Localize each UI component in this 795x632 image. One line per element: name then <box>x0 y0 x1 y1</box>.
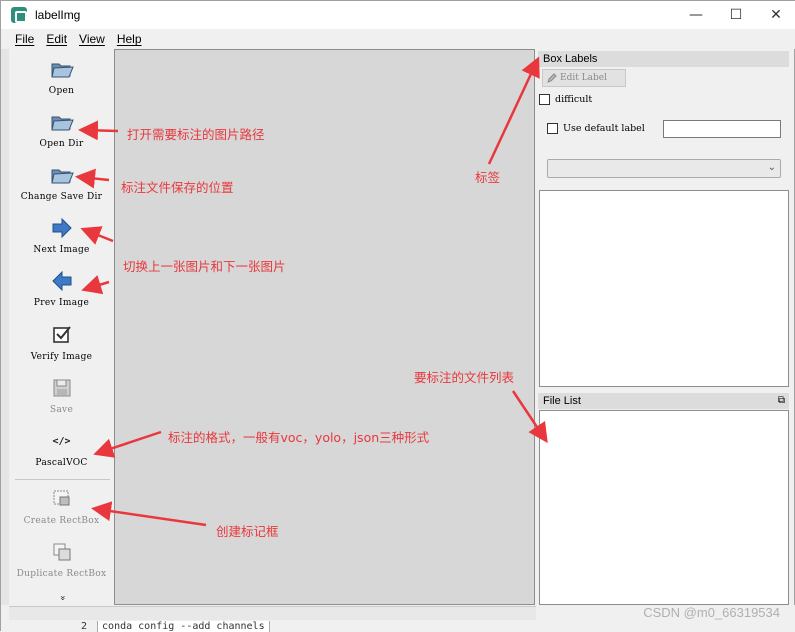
prev-image-button[interactable]: Prev Image <box>9 269 114 308</box>
background-terminal: 2 conda config --add channels <box>81 621 270 632</box>
arrow-left-icon <box>50 269 74 293</box>
app-icon <box>11 7 27 23</box>
open-label: Open <box>48 86 75 96</box>
annotation-create-box: 创建标记框 <box>216 524 279 539</box>
annotation-save-dir: 标注文件保存的位置 <box>121 180 234 195</box>
folder-icon <box>50 163 74 187</box>
annotation-switch-image: 切换上一张图片和下一张图片 <box>123 259 286 274</box>
more-icon: » <box>56 595 67 601</box>
file-list-dock-title: File List ⧉ <box>538 393 789 409</box>
create-rectbox-button[interactable]: Create RectBox <box>9 487 114 526</box>
open-dir-label: Open Dir <box>39 139 84 149</box>
annotation-labels: 标签 <box>475 170 501 185</box>
duplicate-rectbox-button[interactable]: Duplicate RectBox <box>9 540 114 579</box>
create-rectbox-icon <box>50 487 74 511</box>
toolbar-separator <box>15 479 110 480</box>
prev-image-label: Prev Image <box>33 298 90 308</box>
save-label: Save <box>49 405 74 415</box>
annotation-format: 标注的格式，一般有voc，yolo，json三种形式 <box>168 430 430 445</box>
annotation-file-list: 要标注的文件列表 <box>414 370 515 385</box>
file-list-title: File List <box>543 395 581 407</box>
verify-image-label: Verify Image <box>30 352 93 362</box>
save-button[interactable]: Save <box>9 376 114 415</box>
pascalvoc-label: PascalVOC <box>35 458 88 468</box>
menu-edit[interactable]: Edit <box>40 32 73 46</box>
duplicate-rectbox-icon <box>50 540 74 564</box>
folder-open-icon <box>50 57 74 81</box>
float-dock-icon[interactable]: ⧉ <box>778 393 785 409</box>
difficult-checkbox[interactable]: difficult <box>539 94 592 105</box>
toolbar-extension-button[interactable]: » <box>9 593 114 603</box>
open-button[interactable]: Open <box>9 57 114 96</box>
next-image-button[interactable]: Next Image <box>9 216 114 255</box>
folder-icon <box>50 110 74 134</box>
menu-file[interactable]: File <box>9 32 40 46</box>
default-label-input[interactable] <box>663 120 781 138</box>
difficult-checkbox-box[interactable] <box>539 94 550 105</box>
label-combo-box[interactable]: ⌄ <box>547 159 781 178</box>
create-rectbox-label: Create RectBox <box>23 516 100 526</box>
window-title: labelImg <box>35 8 81 22</box>
label-list[interactable] <box>539 190 789 387</box>
edit-label-button[interactable]: Edit Label <box>542 69 626 87</box>
title-bar: labelImg — ☐ ✕ <box>1 1 795 29</box>
use-default-label-checkbox[interactable]: Use default label <box>547 123 645 134</box>
use-default-label-box[interactable] <box>547 123 558 134</box>
change-save-dir-button[interactable]: Change Save Dir <box>9 163 114 202</box>
next-image-label: Next Image <box>33 245 90 255</box>
annotation-open-dir: 打开需要标注的图片路径 <box>127 127 265 142</box>
verify-image-button[interactable]: Verify Image <box>9 323 114 362</box>
menu-help[interactable]: Help <box>111 32 148 46</box>
file-list[interactable] <box>539 410 789 605</box>
pencil-icon <box>547 73 557 83</box>
background-window-strip <box>1 49 9 609</box>
open-dir-button[interactable]: Open Dir <box>9 110 114 149</box>
code-icon: </> <box>52 435 71 447</box>
pascalvoc-button[interactable]: </> PascalVOC <box>9 429 114 469</box>
toolbar: Open Open Dir Change Save Dir Next Image… <box>9 49 114 609</box>
floppy-icon <box>50 376 74 400</box>
use-default-label-text: Use default label <box>563 123 645 134</box>
horizontal-scrollbar[interactable] <box>9 606 536 620</box>
maximize-button[interactable]: ☐ <box>716 1 756 29</box>
duplicate-rectbox-label: Duplicate RectBox <box>16 569 107 579</box>
change-save-dir-label: Change Save Dir <box>20 192 103 202</box>
minimize-button[interactable]: — <box>676 1 716 29</box>
background-window-edge <box>789 186 795 336</box>
menu-bar: File Edit View Help <box>1 29 795 49</box>
close-button[interactable]: ✕ <box>756 1 795 29</box>
chevron-down-icon: ⌄ <box>767 162 776 173</box>
watermark: CSDN @m0_66319534 <box>643 605 780 620</box>
labelimg-window: labelImg — ☐ ✕ File Edit View Help Open … <box>0 0 795 632</box>
box-labels-title: Box Labels <box>538 51 789 67</box>
menu-view[interactable]: View <box>73 32 111 46</box>
edit-label-text: Edit Label <box>560 73 607 83</box>
arrow-right-icon <box>50 216 74 240</box>
background-command: conda config --add channels <box>97 621 270 632</box>
difficult-label: difficult <box>555 94 593 105</box>
background-line-number: 2 <box>81 621 88 632</box>
checkbox-icon <box>50 323 74 347</box>
